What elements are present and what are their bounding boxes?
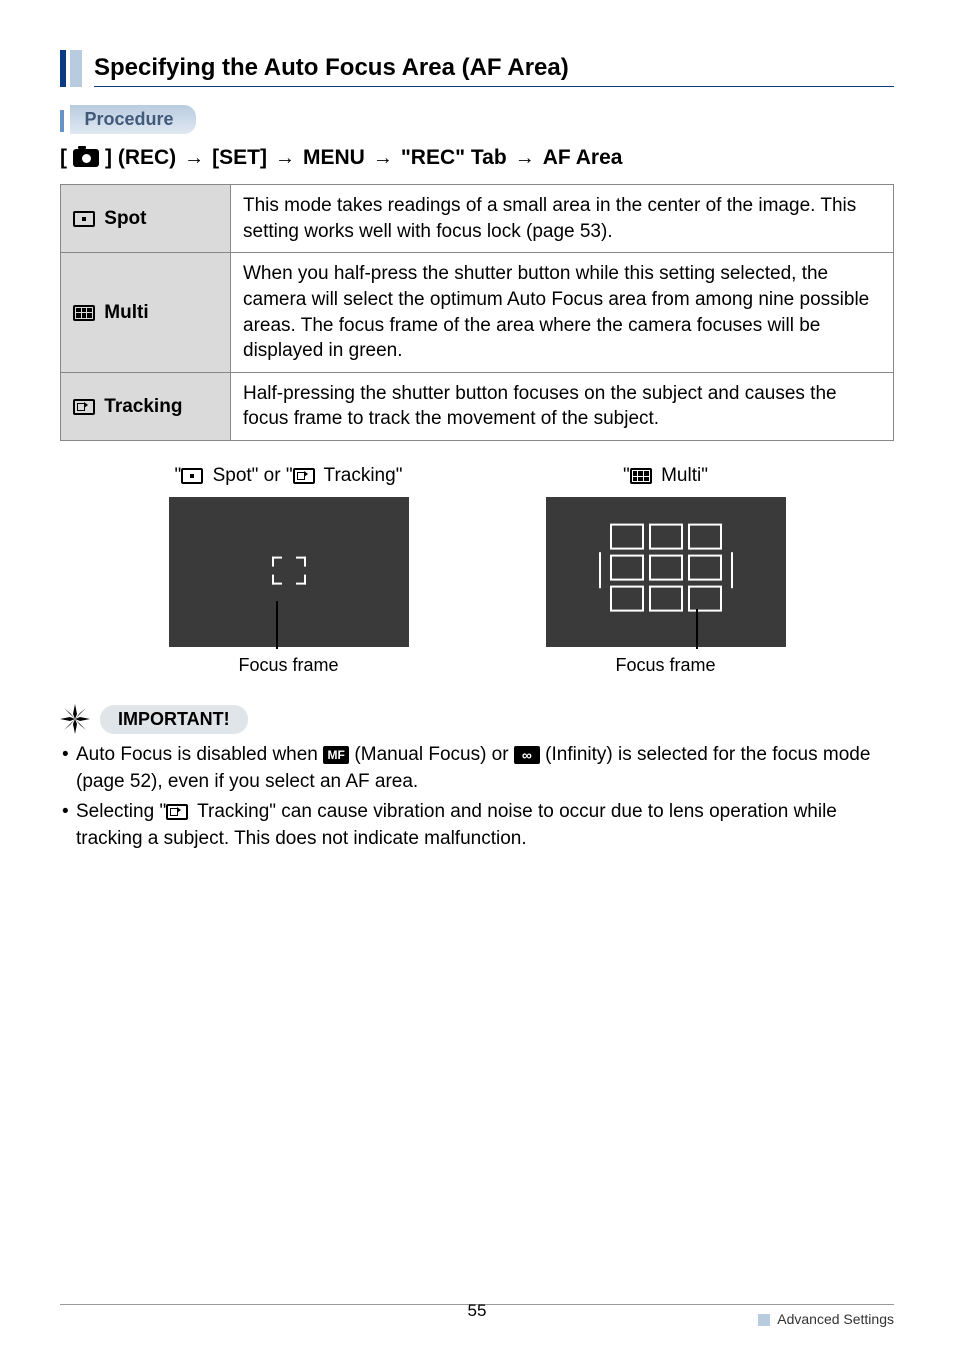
footer-section: Advanced Settings xyxy=(758,1311,894,1327)
vf-caption-right: Focus frame xyxy=(546,655,786,676)
burst-icon xyxy=(60,704,90,734)
spot-icon xyxy=(181,468,203,484)
mode-tracking-cell: Tracking xyxy=(61,372,231,440)
mode-tracking-desc: Half-pressing the shutter button focuses… xyxy=(231,372,894,440)
accent-bar xyxy=(60,50,66,87)
mode-multi-label: Multi xyxy=(104,302,148,323)
rec-label: ] (REC) xyxy=(105,146,176,170)
bullet-item: Selecting " Tracking" can cause vibratio… xyxy=(60,799,894,852)
pointer-line xyxy=(276,601,278,649)
mode-multi-desc: When you half-press the shutter button w… xyxy=(231,253,894,373)
tracking-icon xyxy=(166,804,188,820)
af-area-table: Spot This mode takes readings of a small… xyxy=(60,184,894,441)
breadcrumb: [ ] (REC) → [SET] → MENU → "REC" Tab → A… xyxy=(60,146,894,170)
pointer-line xyxy=(696,609,698,649)
multi-icon xyxy=(630,468,652,484)
footer-accent-icon xyxy=(758,1314,770,1326)
table-row: Multi When you half-press the shutter bu… xyxy=(61,253,894,373)
arrow-icon: → xyxy=(275,147,295,170)
focus-frame-grid xyxy=(610,524,722,612)
table-row: Spot This mode takes readings of a small… xyxy=(61,185,894,253)
important-section: IMPORTANT! Auto Focus is disabled when M… xyxy=(60,704,894,852)
tracking-icon xyxy=(293,468,315,484)
procedure-bar-icon xyxy=(60,110,64,132)
bracket-open: [ xyxy=(60,146,67,170)
bullet-item: Auto Focus is disabled when MF (Manual F… xyxy=(60,742,894,795)
tracking-icon xyxy=(73,399,95,415)
mode-spot-cell: Spot xyxy=(61,185,231,253)
mode-spot-desc: This mode takes readings of a small area… xyxy=(231,185,894,253)
arrow-icon: → xyxy=(515,147,535,170)
vf-caption-left: Focus frame xyxy=(169,655,409,676)
section-title: Specifying the Auto Focus Area (AF Area) xyxy=(94,50,894,87)
viewfinder-multi xyxy=(546,497,786,647)
mode-tracking-label: Tracking xyxy=(104,396,182,417)
mode-multi-cell: Multi xyxy=(61,253,231,373)
arrow-icon: → xyxy=(373,147,393,170)
spot-icon xyxy=(73,211,95,227)
menu-label: MENU xyxy=(303,146,365,170)
accent-bar-light xyxy=(70,50,82,87)
important-label: IMPORTANT! xyxy=(100,705,248,734)
table-row: Tracking Half-pressing the shutter butto… xyxy=(61,372,894,440)
page-footer: 55 Advanced Settings xyxy=(60,1304,894,1327)
multi-icon xyxy=(73,305,95,321)
af-label: AF Area xyxy=(543,146,623,170)
vf-left-label: " Spot" or " Tracking" xyxy=(169,465,409,487)
vf-spot-tracking-column: " Spot" or " Tracking" Focus frame xyxy=(169,465,409,676)
section-header: Specifying the Auto Focus Area (AF Area) xyxy=(60,50,894,87)
mf-icon: MF xyxy=(323,746,349,764)
vf-right-label: " Multi" xyxy=(546,465,786,487)
set-label: [SET] xyxy=(212,146,267,170)
viewfinder-examples: " Spot" or " Tracking" Focus frame " Mul… xyxy=(100,465,854,676)
camera-icon xyxy=(73,149,99,167)
focus-frame-brackets xyxy=(272,557,306,585)
viewfinder-spot xyxy=(169,497,409,647)
vf-multi-column: " Multi" Focus frame xyxy=(546,465,786,676)
page-number: 55 xyxy=(468,1301,487,1321)
important-bullets: Auto Focus is disabled when MF (Manual F… xyxy=(60,742,894,852)
arrow-icon: → xyxy=(184,147,204,170)
important-header: IMPORTANT! xyxy=(60,704,894,734)
procedure-heading: Procedure xyxy=(60,105,894,134)
mode-spot-label: Spot xyxy=(104,208,146,229)
tab-label: "REC" Tab xyxy=(401,146,507,170)
procedure-label: Procedure xyxy=(70,105,195,134)
infinity-icon: ∞ xyxy=(514,746,540,764)
